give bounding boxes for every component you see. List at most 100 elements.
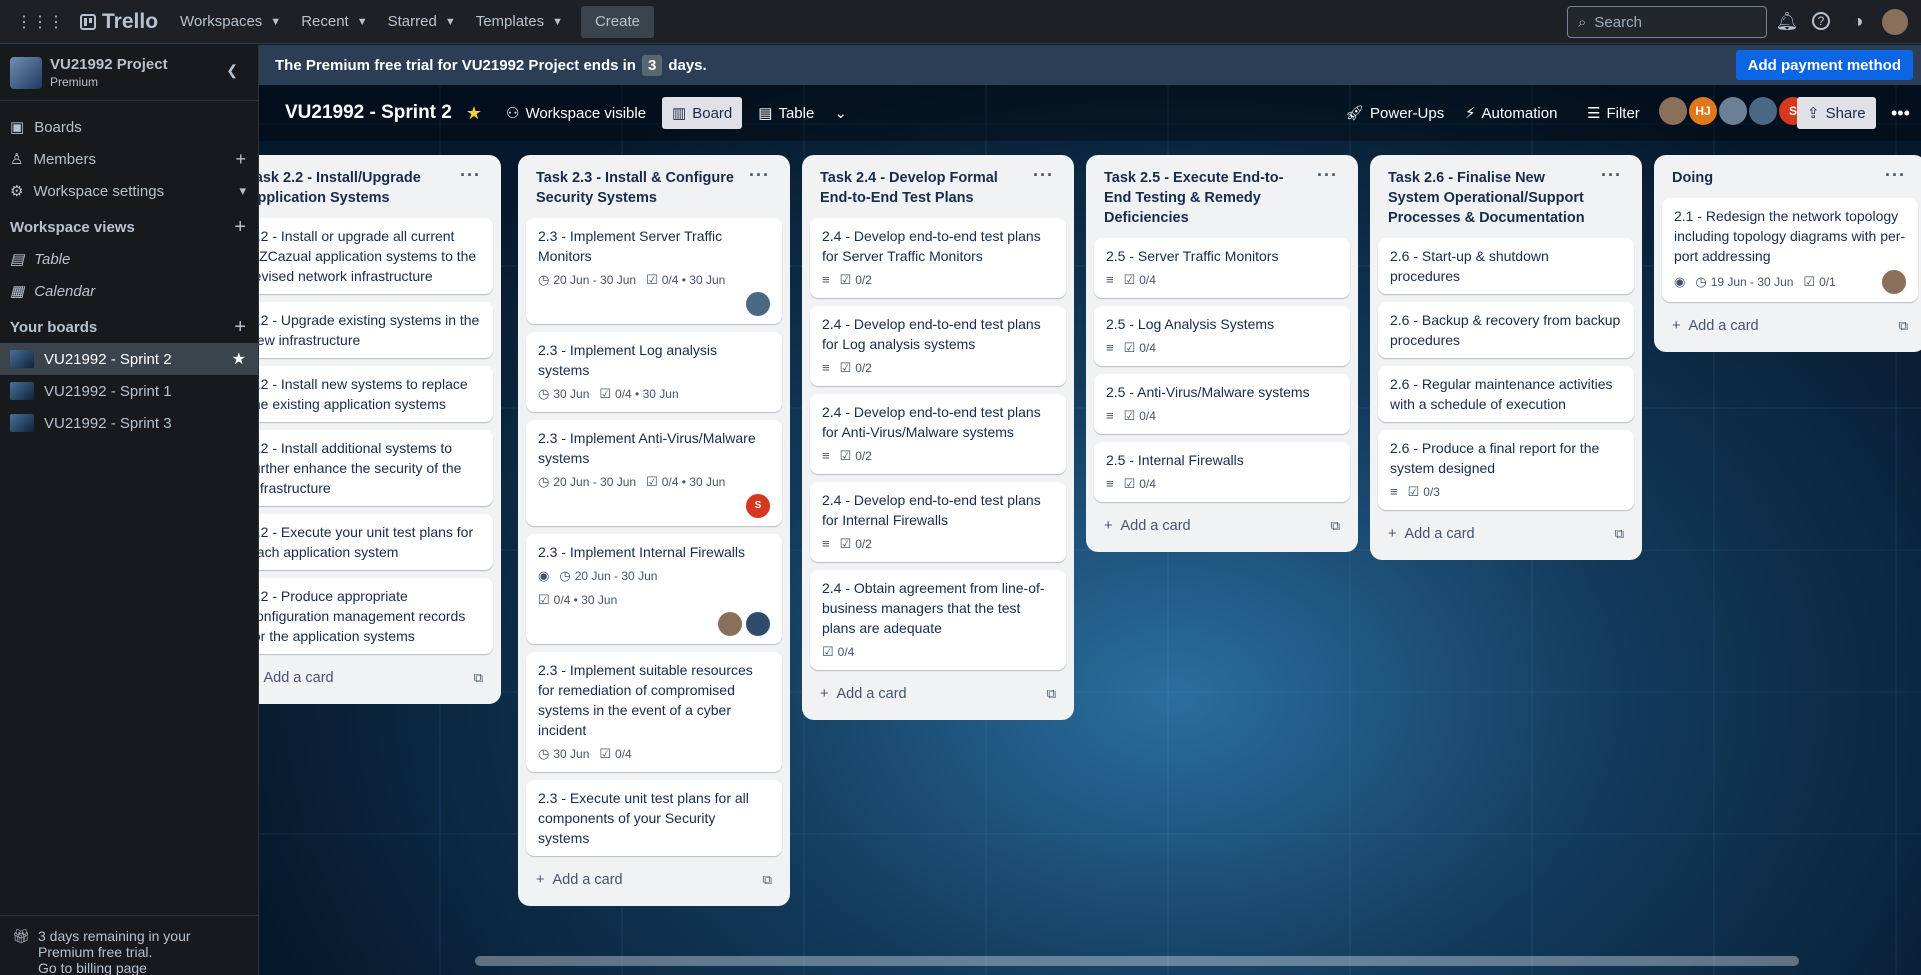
sidebar-item-table-view[interactable]: ▤ Table bbox=[0, 243, 258, 275]
billing-link[interactable]: Go to billing page bbox=[38, 960, 245, 975]
list-title[interactable]: Task 2.4 - Develop Formal End-to-End Tes… bbox=[810, 163, 1066, 218]
avatar[interactable] bbox=[1659, 97, 1687, 125]
theme-icon[interactable]: ◑ bbox=[1847, 10, 1869, 32]
sidebar-item-boards[interactable]: ▣ Boards bbox=[0, 111, 258, 143]
card[interactable]: 2.6 - Start-up & shutdown procedures bbox=[1378, 238, 1634, 294]
card[interactable]: 2.3 - Implement Log analysis systems ◷ 30… bbox=[526, 332, 782, 412]
card[interactable]: 2.4 - Develop end-to-end test plans for … bbox=[810, 306, 1066, 386]
sidebar-board-sprint-1[interactable]: VU21992 - Sprint 1 bbox=[0, 375, 258, 407]
more-icon[interactable]: ··· bbox=[1033, 165, 1054, 185]
card[interactable]: 2.3 - Execute unit test plans for all co… bbox=[526, 780, 782, 856]
views-dropdown[interactable]: ⌄ bbox=[824, 97, 857, 129]
card[interactable]: 2.6 - Regular maintenance activities wit… bbox=[1378, 366, 1634, 422]
template-icon[interactable]: ⧉ bbox=[474, 670, 483, 686]
notifications-icon[interactable]: 🔔︎ bbox=[1776, 10, 1799, 32]
trello-logo[interactable]: Trello bbox=[80, 10, 158, 34]
card[interactable]: 2.2 - Upgrade existing systems in the ne… bbox=[259, 302, 493, 358]
star-icon[interactable]: ★ bbox=[232, 349, 246, 369]
list-title[interactable]: Doing ··· bbox=[1662, 163, 1918, 198]
more-icon[interactable]: ··· bbox=[1885, 165, 1906, 185]
card[interactable]: 2.3 - Implement suitable resources for r… bbox=[526, 652, 782, 772]
workspaces-menu[interactable]: Workspaces ▼ bbox=[170, 6, 291, 38]
templates-menu[interactable]: Templates ▼ bbox=[466, 6, 573, 38]
avatar[interactable] bbox=[746, 292, 770, 316]
share-button[interactable]: ⇪ Share bbox=[1797, 97, 1876, 129]
avatar[interactable]: S bbox=[746, 494, 770, 518]
template-icon[interactable]: ⧉ bbox=[1615, 526, 1624, 542]
help-icon[interactable]: ? bbox=[1812, 12, 1830, 30]
sidebar-item-members[interactable]: ♙ Members + bbox=[0, 143, 258, 175]
view-board-button[interactable]: ▥ Board bbox=[662, 97, 743, 129]
template-icon[interactable]: ⧉ bbox=[1899, 318, 1908, 334]
avatar[interactable] bbox=[746, 612, 770, 636]
card[interactable]: 2.5 - Server Traffic Monitors ≡ ☑ 0/4 bbox=[1094, 238, 1350, 298]
recent-menu[interactable]: Recent ▼ bbox=[291, 6, 377, 38]
avatar[interactable] bbox=[1719, 97, 1747, 125]
add-card-button[interactable]: +Add a card⧉ bbox=[1378, 518, 1634, 550]
view-table-button[interactable]: ▤ Table bbox=[748, 97, 824, 129]
card[interactable]: 2.4 - Develop end-to-end test plans for … bbox=[810, 218, 1066, 298]
template-icon[interactable]: ⧉ bbox=[1047, 686, 1056, 702]
account-avatar[interactable] bbox=[1882, 9, 1908, 35]
add-card-button[interactable]: +Add a card⧉ bbox=[1094, 510, 1350, 542]
card[interactable]: 2.2 - Install new systems to replace the… bbox=[259, 366, 493, 422]
add-view-icon[interactable]: + bbox=[234, 216, 246, 239]
trial-notice[interactable]: 🎁︎ 3 days remaining in your Premium free… bbox=[0, 915, 259, 975]
board-title[interactable]: VU21992 - Sprint 2 bbox=[285, 102, 452, 124]
sidebar-item-workspace-settings[interactable]: ⚙ Workspace settings ▾ bbox=[0, 175, 258, 207]
card[interactable]: 2.6 - Backup & recovery from backup proc… bbox=[1378, 302, 1634, 358]
more-icon[interactable]: ··· bbox=[1317, 165, 1338, 185]
board-menu-button[interactable]: ••• bbox=[1881, 97, 1920, 129]
star-icon[interactable]: ★ bbox=[466, 103, 482, 124]
sidebar-item-calendar-view[interactable]: ▦ Calendar bbox=[0, 275, 258, 307]
card[interactable]: 2.6 - Produce a final report for the sys… bbox=[1378, 430, 1634, 510]
grid-icon[interactable]: ⋮⋮⋮ bbox=[10, 6, 70, 38]
avatar[interactable]: HJ bbox=[1689, 97, 1717, 125]
avatar[interactable] bbox=[1749, 97, 1777, 125]
more-icon[interactable]: ··· bbox=[749, 165, 770, 185]
card[interactable]: 2.3 - Implement Anti-Virus/Malware syste… bbox=[526, 420, 782, 526]
card[interactable]: 2.2 - Install additional systems to furt… bbox=[259, 430, 493, 506]
sidebar-board-sprint-3[interactable]: VU21992 - Sprint 3 bbox=[0, 407, 258, 439]
card[interactable]: 2.4 - Obtain agreement from line-of-busi… bbox=[810, 570, 1066, 670]
add-payment-method-button[interactable]: Add payment method bbox=[1735, 50, 1913, 80]
card[interactable]: 2.2 - Install or upgrade all current DZC… bbox=[259, 218, 493, 294]
power-ups-button[interactable]: 🚀︎ Power-Ups bbox=[1335, 97, 1454, 129]
add-card-button[interactable]: +Add a card⧉ bbox=[810, 678, 1066, 710]
sidebar-board-sprint-2[interactable]: VU21992 - Sprint 2 ★ bbox=[0, 343, 258, 375]
avatar[interactable] bbox=[1882, 270, 1906, 294]
more-icon[interactable]: ··· bbox=[460, 165, 481, 185]
collapse-sidebar-icon[interactable]: ❮ bbox=[226, 62, 238, 79]
card[interactable]: 2.2 - Execute your unit test plans for e… bbox=[259, 514, 493, 570]
card[interactable]: 2.5 - Log Analysis Systems ≡ ☑ 0/4 bbox=[1094, 306, 1350, 366]
add-card-button[interactable]: +Add a card⧉ bbox=[259, 662, 493, 694]
card[interactable]: 2.5 - Anti-Virus/Malware systems ≡ ☑ 0/4 bbox=[1094, 374, 1350, 434]
filter-button[interactable]: ☰ Filter bbox=[1577, 97, 1650, 129]
card[interactable]: 2.3 - Implement Internal Firewalls ◉ ◷ 20… bbox=[526, 534, 782, 644]
starred-menu[interactable]: Starred ▼ bbox=[378, 6, 466, 38]
add-member-icon[interactable]: + bbox=[235, 149, 246, 170]
automation-button[interactable]: ⚡︎ Automation bbox=[1455, 97, 1567, 129]
list-title[interactable]: Task 2.2 - Install/Upgrade Application S… bbox=[259, 163, 493, 218]
card[interactable]: 2.5 - Internal Firewalls ≡ ☑ 0/4 bbox=[1094, 442, 1350, 502]
search-input[interactable]: ⌕ Search bbox=[1567, 6, 1767, 38]
add-card-button[interactable]: +Add a card⧉ bbox=[1662, 310, 1918, 342]
horizontal-scrollbar[interactable] bbox=[475, 956, 1799, 966]
card[interactable]: 2.4 - Develop end-to-end test plans for … bbox=[810, 394, 1066, 474]
list-title[interactable]: Task 2.5 - Execute End-to-End Testing & … bbox=[1094, 163, 1350, 238]
list-title[interactable]: Task 2.6 - Finalise New System Operation… bbox=[1378, 163, 1634, 238]
avatar[interactable] bbox=[718, 612, 742, 636]
template-icon[interactable]: ⧉ bbox=[1331, 518, 1340, 534]
chevron-down-icon[interactable]: ▾ bbox=[239, 183, 246, 199]
add-board-icon[interactable]: + bbox=[234, 316, 246, 339]
template-icon[interactable]: ⧉ bbox=[763, 872, 772, 888]
visibility-button[interactable]: ⚇ Workspace visible bbox=[496, 97, 656, 129]
list-title[interactable]: Task 2.3 - Install & Configure Security … bbox=[526, 163, 782, 218]
card[interactable]: 2.2 - Produce appropriate configuration … bbox=[259, 578, 493, 654]
card[interactable]: 2.4 - Develop end-to-end test plans for … bbox=[810, 482, 1066, 562]
card[interactable]: 2.1 - Redesign the network topology incl… bbox=[1662, 198, 1918, 302]
card[interactable]: 2.3 - Implement Server Traffic Monitors … bbox=[526, 218, 782, 324]
more-icon[interactable]: ··· bbox=[1601, 165, 1622, 185]
create-button[interactable]: Create bbox=[580, 5, 654, 38]
add-card-button[interactable]: +Add a card⧉ bbox=[526, 864, 782, 896]
